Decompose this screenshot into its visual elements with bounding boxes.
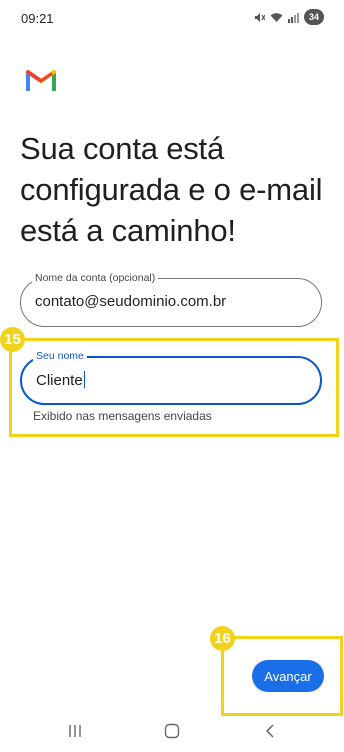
your-name-label: Seu nome xyxy=(33,349,87,363)
home-icon[interactable] xyxy=(164,723,180,739)
your-name-value: Cliente xyxy=(36,372,83,389)
page-title: Sua conta está configurada e o e-mail es… xyxy=(20,131,323,248)
next-button[interactable]: Avançar xyxy=(252,660,324,692)
account-name-label: Nome da conta (opcional) xyxy=(32,271,159,285)
recents-icon[interactable] xyxy=(67,724,83,738)
your-name-helper: Exibido nas mensagens enviadas xyxy=(33,409,212,423)
mute-icon xyxy=(254,12,265,22)
text-cursor xyxy=(83,371,86,388)
navigation-bar xyxy=(0,716,344,752)
wifi-icon xyxy=(270,12,283,22)
annotation-marker-15: 15 xyxy=(0,327,25,352)
account-name-field[interactable]: Nome da conta (opcional) contato@seudomi… xyxy=(20,271,322,327)
your-name-value-wrap: Cliente xyxy=(36,371,86,389)
status-time: 09:21 xyxy=(21,11,54,26)
your-name-field[interactable]: Seu nome Cliente xyxy=(20,349,322,405)
back-icon[interactable] xyxy=(264,723,276,739)
status-bar: 09:21 34 xyxy=(0,0,344,36)
gmail-logo xyxy=(26,70,56,91)
battery-icon: 34 xyxy=(303,9,324,25)
signal-icon xyxy=(287,12,299,23)
status-icons: 34 xyxy=(254,9,324,25)
annotation-marker-16: 16 xyxy=(210,626,235,651)
account-name-value: contato@seudominio.com.br xyxy=(35,293,227,310)
